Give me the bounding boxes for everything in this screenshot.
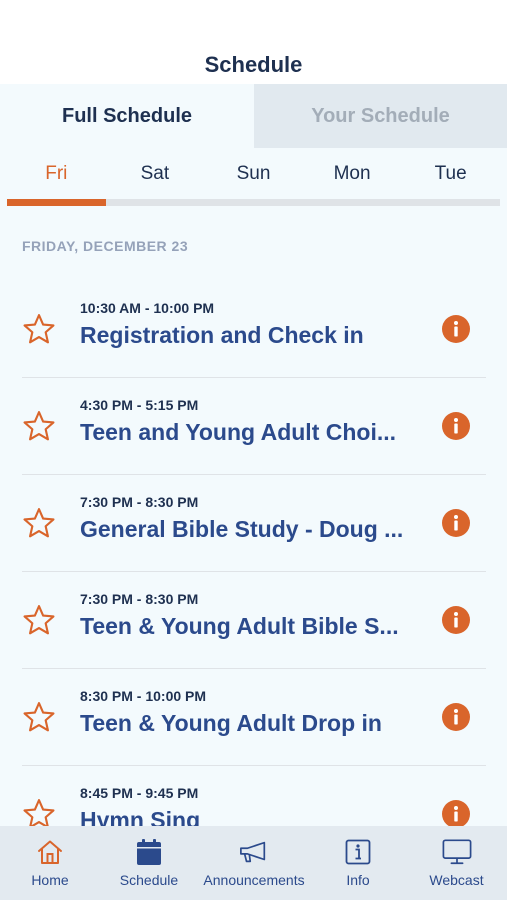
- info-icon[interactable]: [442, 315, 470, 343]
- event-list[interactable]: 10:30 AM - 10:00 PM Registration and Che…: [0, 282, 507, 826]
- tab-home[interactable]: Home: [0, 826, 100, 900]
- row-divider: [22, 668, 486, 669]
- event-title[interactable]: Hymn Sing: [80, 807, 420, 826]
- tab-your-schedule[interactable]: Your Schedule: [254, 84, 507, 148]
- row-divider: [22, 765, 486, 766]
- row-divider: [22, 377, 486, 378]
- event-time: 4:30 PM - 5:15 PM: [80, 397, 199, 413]
- event-row[interactable]: 7:30 PM - 8:30 PM Teen & Young Adult Bib…: [0, 573, 507, 669]
- event-title[interactable]: General Bible Study - Doug ...: [80, 516, 420, 543]
- tab-full-schedule[interactable]: Full Schedule: [0, 84, 254, 148]
- calendar-icon: [134, 838, 164, 866]
- page-title: Schedule: [204, 52, 303, 77]
- home-icon: [35, 838, 65, 866]
- day-tab-mon[interactable]: Mon: [303, 148, 402, 200]
- schedule-segmented-control: Full Schedule Your Schedule: [0, 84, 507, 148]
- info-icon[interactable]: [442, 703, 470, 731]
- event-title[interactable]: Teen & Young Adult Bible S...: [80, 613, 420, 640]
- tab-webcast[interactable]: Webcast: [406, 826, 507, 900]
- date-section-header: FRIDAY, DECEMBER 23: [22, 238, 189, 254]
- event-row[interactable]: 8:45 PM - 9:45 PM Hymn Sing: [0, 767, 507, 826]
- star-outline-icon[interactable]: [22, 409, 56, 443]
- event-row[interactable]: 8:30 PM - 10:00 PM Teen & Young Adult Dr…: [0, 670, 507, 766]
- day-tab-fri[interactable]: Fri: [7, 148, 106, 200]
- day-tab-tue[interactable]: Tue: [401, 148, 500, 200]
- tab-label: Webcast: [429, 872, 484, 888]
- star-outline-icon[interactable]: [22, 312, 56, 346]
- tab-label: Info: [346, 872, 370, 888]
- star-outline-icon[interactable]: [22, 700, 56, 734]
- schedule-screen: Schedule Full Schedule Your Schedule Fri…: [0, 0, 507, 900]
- info-icon[interactable]: [442, 606, 470, 634]
- row-divider: [22, 571, 486, 572]
- event-time: 8:30 PM - 10:00 PM: [80, 688, 207, 704]
- star-outline-icon[interactable]: [22, 506, 56, 540]
- event-time: 7:30 PM - 8:30 PM: [80, 494, 199, 510]
- bottom-tab-bar: Home Schedule Announcements Info Webcast: [0, 826, 507, 900]
- event-time: 7:30 PM - 8:30 PM: [80, 591, 199, 607]
- row-divider: [22, 474, 486, 475]
- app-header: Schedule: [0, 0, 507, 84]
- event-row[interactable]: 4:30 PM - 5:15 PM Teen and Young Adult C…: [0, 379, 507, 475]
- event-title[interactable]: Teen and Young Adult Choi...: [80, 419, 420, 446]
- tab-label: Announcements: [203, 872, 305, 888]
- tab-label: Home: [31, 872, 69, 888]
- day-selector: Fri Sat Sun Mon Tue: [7, 148, 500, 208]
- info-box-icon: [343, 838, 373, 866]
- star-outline-icon[interactable]: [22, 797, 56, 826]
- info-icon[interactable]: [442, 412, 470, 440]
- tab-announcements[interactable]: Announcements: [198, 826, 310, 900]
- monitor-icon: [442, 838, 472, 866]
- event-title[interactable]: Teen & Young Adult Drop in: [80, 710, 420, 737]
- tab-info[interactable]: Info: [310, 826, 406, 900]
- info-icon[interactable]: [442, 800, 470, 826]
- star-outline-icon[interactable]: [22, 603, 56, 637]
- megaphone-icon: [239, 838, 269, 866]
- tab-schedule[interactable]: Schedule: [100, 826, 198, 900]
- tab-label: Schedule: [119, 872, 179, 888]
- event-time: 8:45 PM - 9:45 PM: [80, 785, 199, 801]
- day-active-indicator: [7, 199, 106, 206]
- day-tab-sat[interactable]: Sat: [106, 148, 205, 200]
- event-row[interactable]: 7:30 PM - 8:30 PM General Bible Study - …: [0, 476, 507, 572]
- info-icon[interactable]: [442, 509, 470, 537]
- event-row[interactable]: 10:30 AM - 10:00 PM Registration and Che…: [0, 282, 507, 378]
- day-tab-sun[interactable]: Sun: [204, 148, 303, 200]
- event-title[interactable]: Registration and Check in: [80, 322, 420, 349]
- event-time: 10:30 AM - 10:00 PM: [80, 300, 215, 316]
